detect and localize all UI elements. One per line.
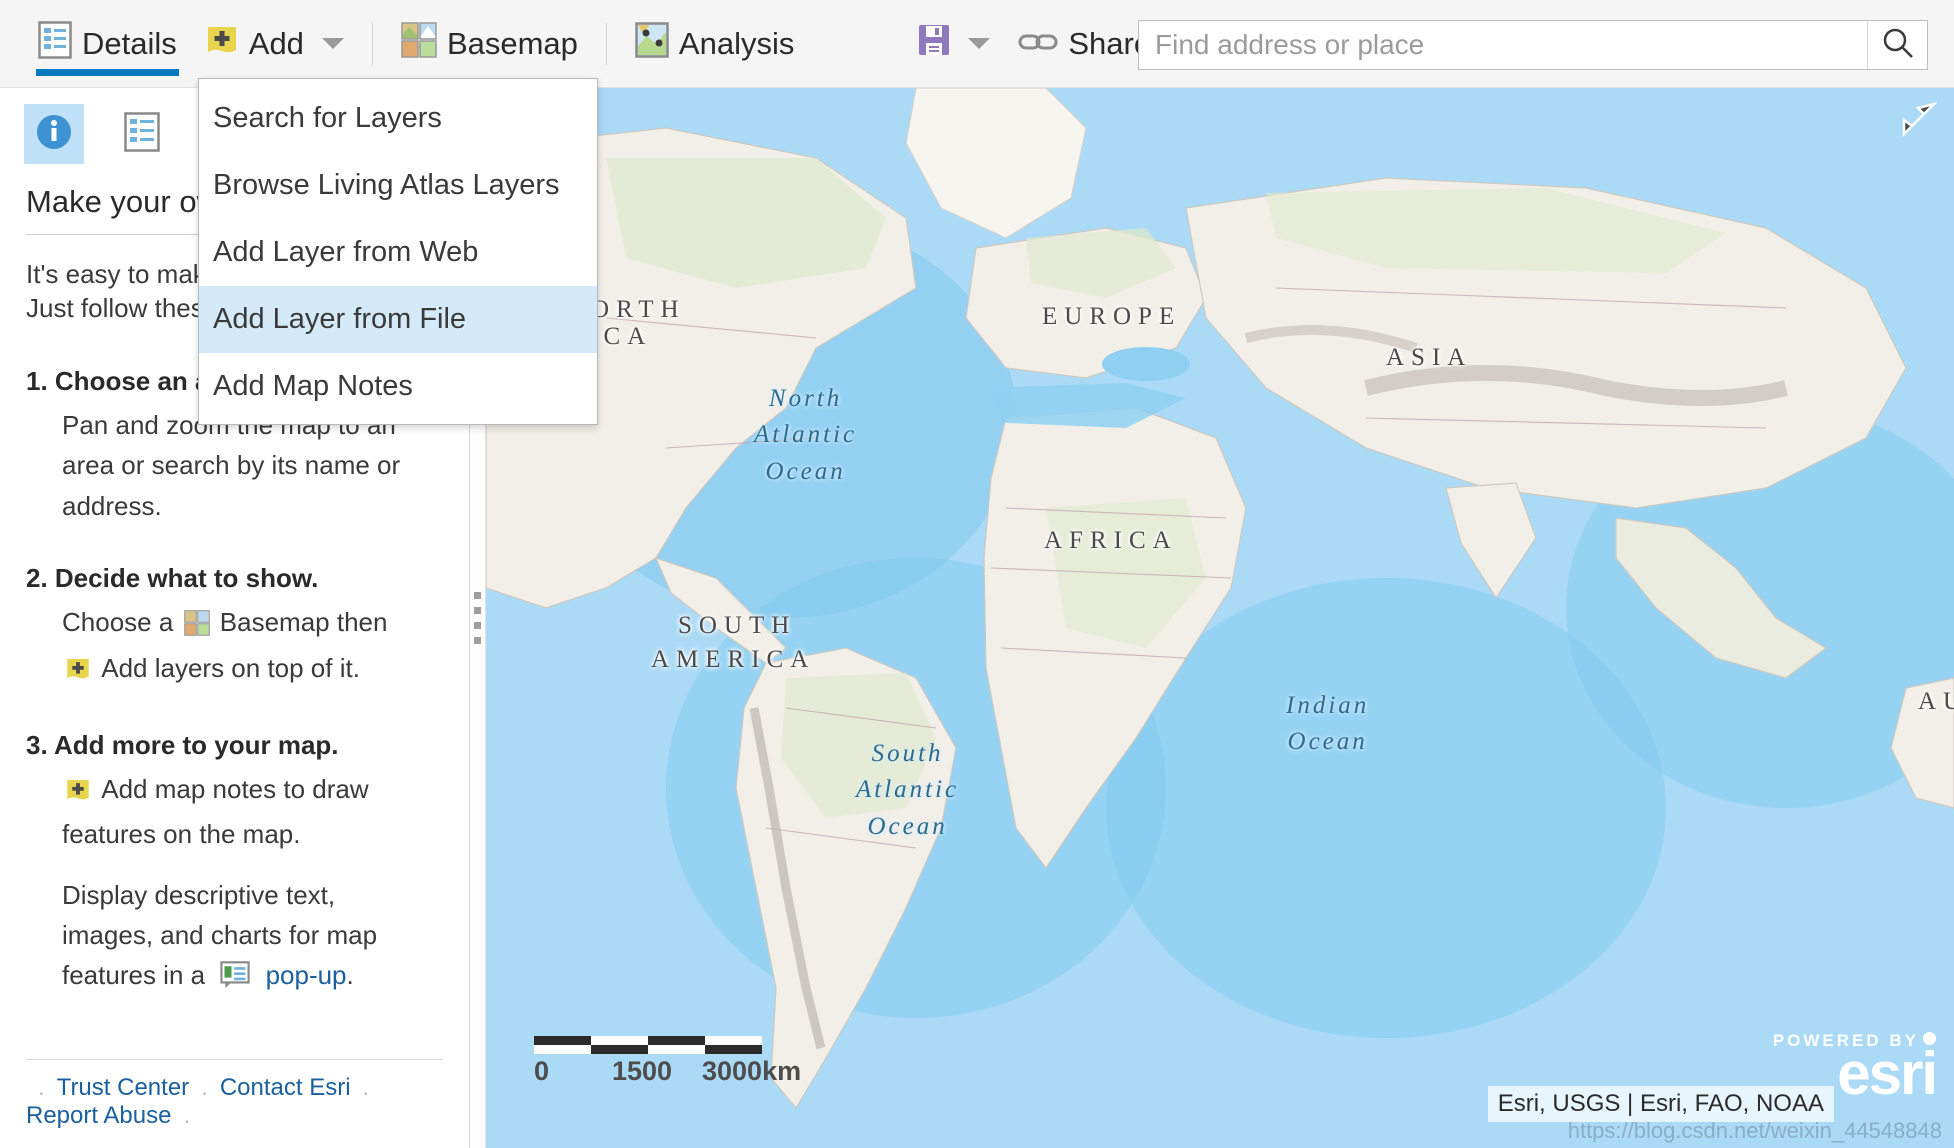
- panel-tab-content[interactable]: [112, 104, 172, 164]
- step-3-para-line-2: images, and charts for map: [62, 920, 378, 951]
- basemap-icon: [183, 610, 217, 642]
- scale-bar-graphic: [534, 1036, 762, 1054]
- footer-links: . Trust Center . Contact Esri . Report A…: [26, 1074, 443, 1130]
- toolbar-button-add[interactable]: Add: [191, 0, 358, 88]
- step-1-line-2: area or search by its name or: [62, 450, 401, 481]
- step-2-body: Choose a Basemap then Add layers on top …: [26, 605, 443, 690]
- scale-label-1500: 1500: [612, 1056, 673, 1086]
- toolbar-label-add: Add: [248, 25, 304, 61]
- add-icon: [65, 779, 98, 809]
- search-bar[interactable]: [1138, 20, 1928, 70]
- step-2-text-pre: Choose a: [62, 607, 174, 638]
- footer-link-report-abuse[interactable]: Report Abuse: [26, 1102, 171, 1130]
- footer-bullet-0: .: [38, 1074, 45, 1101]
- scale-label-3000: 3000km: [702, 1056, 802, 1086]
- menu-item-add-map-notes[interactable]: Add Map Notes: [199, 353, 597, 420]
- step-2: 2. Decide what to show. Choose a Basemap…: [26, 561, 443, 690]
- step-1-line-3: address.: [62, 490, 162, 521]
- map-canvas-container[interactable]: NORTH AMERICA SOUTH AMERICA EUROPE AFRIC…: [486, 88, 1954, 1148]
- mouse-cursor-icon: [1894, 98, 1940, 149]
- step-3-para-pre: features in a: [62, 960, 206, 991]
- popup-icon: [220, 961, 257, 995]
- toolbar-button-basemap[interactable]: Basemap: [387, 0, 592, 88]
- add-dropdown-menu[interactable]: Search for Layers Browse Living Atlas La…: [198, 78, 598, 425]
- chevron-down-icon[interactable]: [321, 38, 344, 49]
- add-icon: [205, 23, 239, 65]
- link-icon: [1018, 26, 1058, 62]
- step-3-para-line-3: features in a pop-up.: [62, 958, 443, 997]
- panel-footer: . Trust Center . Contact Esri . Report A…: [0, 1045, 469, 1148]
- footer-bullet-3: .: [183, 1102, 191, 1129]
- menu-item-browse-living-atlas-layers[interactable]: Browse Living Atlas Layers: [199, 152, 597, 219]
- menu-item-add-layer-from-web[interactable]: Add Layer from Web: [199, 219, 597, 286]
- step-3-para-line-1: Display descriptive text,: [62, 879, 336, 910]
- step-3-para-post: .: [346, 960, 354, 991]
- search-button[interactable]: [1867, 21, 1927, 69]
- world-basemap[interactable]: [486, 88, 1954, 1148]
- footer-link-contact-esri[interactable]: Contact Esri: [220, 1074, 351, 1102]
- details-icon: [38, 20, 72, 67]
- top-toolbar: Details Add Basemap Analysis Share Find …: [0, 0, 1954, 88]
- search-icon: [1881, 26, 1915, 65]
- toolbar-divider-1: [371, 22, 373, 65]
- menu-item-search-for-layers[interactable]: Search for Layers: [199, 85, 597, 152]
- panel-tab-about[interactable]: [24, 104, 84, 164]
- arcgis-map-viewer: Details Add Basemap Analysis Share Find …: [0, 0, 1954, 1148]
- step-3-line-1: Add map notes to draw: [62, 772, 443, 811]
- toolbar-label-basemap: Basemap: [446, 25, 578, 61]
- splitter-grip-icon: [474, 592, 481, 644]
- step-3-text-1: Add map notes to draw: [101, 774, 369, 805]
- toolbar-button-details[interactable]: Details: [24, 0, 191, 88]
- analysis-icon: [635, 21, 669, 66]
- map-scale-bar: 0 1500 3000km: [534, 1036, 801, 1088]
- step-2-text-post: Basemap then: [219, 607, 388, 638]
- save-icon: [918, 24, 950, 64]
- content-list-icon: [124, 111, 160, 157]
- step-3: 3. Add more to your map. Add map notes t…: [26, 728, 443, 998]
- toolbar-label-details: Details: [82, 25, 177, 61]
- footer-bullet-2: .: [362, 1074, 370, 1101]
- step-3-line-2: features on the map.: [62, 819, 301, 850]
- scale-bar-labels: 0 1500 3000km: [534, 1056, 801, 1088]
- toolbar-button-analysis[interactable]: Analysis: [621, 0, 808, 88]
- step-2-line-1: Choose a Basemap then: [62, 605, 443, 644]
- save-chevron-down-icon[interactable]: [968, 38, 991, 49]
- search-input[interactable]: [1139, 21, 1867, 69]
- toolbar-label-analysis: Analysis: [678, 25, 795, 61]
- map-attribution: Esri, USGS | Esri, FAO, NOAA: [1487, 1086, 1834, 1122]
- step-2-text-2: Add layers on top of it.: [101, 652, 360, 683]
- toolbar-button-save[interactable]: [904, 0, 1004, 88]
- info-icon: [33, 111, 75, 158]
- add-icon: [65, 658, 98, 688]
- scale-label-0: 0: [534, 1056, 550, 1086]
- footer-divider: [26, 1059, 443, 1060]
- basemap-icon: [401, 21, 437, 66]
- footer-link-trust-center[interactable]: Trust Center: [57, 1074, 189, 1102]
- step-2-heading: 2. Decide what to show.: [26, 562, 319, 593]
- menu-item-add-layer-from-file[interactable]: Add Layer from File: [199, 286, 597, 353]
- toolbar-divider-2: [605, 22, 607, 65]
- step-3-heading: 3. Add more to your map.: [26, 729, 339, 760]
- step-1-body: Pan and zoom the map to an area or searc…: [26, 408, 443, 523]
- footer-bullet-1: .: [201, 1074, 208, 1101]
- popup-link[interactable]: pop-up: [266, 960, 347, 990]
- step-3-body: Add map notes to draw features on the ma…: [26, 772, 443, 998]
- step-2-line-2: Add layers on top of it.: [62, 651, 443, 690]
